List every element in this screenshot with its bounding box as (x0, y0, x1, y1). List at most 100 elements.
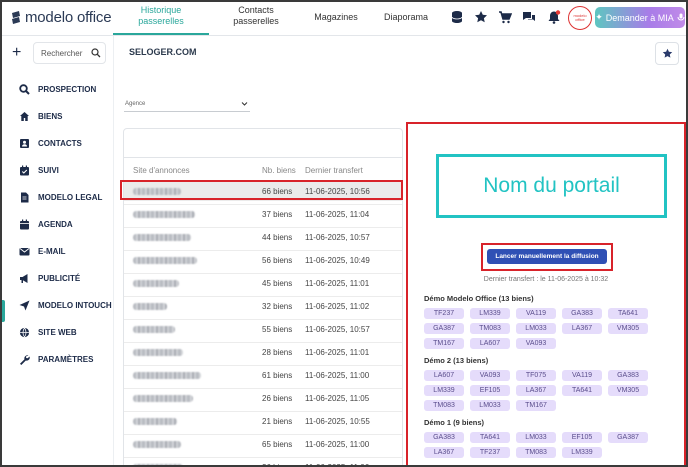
property-tag[interactable]: TM167 (516, 400, 556, 411)
property-tag[interactable]: TF075 (516, 370, 556, 381)
property-tag[interactable]: TA641 (470, 432, 510, 443)
last-transfer-cell: 11-06-2025, 11:04 (305, 210, 370, 219)
tab-contacts-passerelles[interactable]: Contacts passerelles (216, 5, 296, 27)
property-tag[interactable]: TM083 (424, 400, 464, 411)
sidebar-item-modelo-legal[interactable]: MODELO LEGAL (19, 189, 102, 205)
table-row[interactable]: 55 biens 11-06-2025, 10:57 (124, 319, 402, 339)
table-row[interactable]: 37 biens 11-06-2025, 11:04 (124, 204, 402, 224)
site-name-redacted (133, 280, 179, 287)
column-header-nb-biens[interactable]: Nb. biens (262, 166, 296, 175)
property-tag[interactable]: GA387 (424, 323, 464, 334)
site-name-redacted (133, 418, 177, 425)
agency-select[interactable]: Agence (124, 97, 250, 112)
favorite-button[interactable] (655, 42, 679, 65)
table-row[interactable]: 44 biens 11-06-2025, 10:57 (124, 227, 402, 247)
sidebar: + Rechercher PROSPECTION BIENS CONTACTS … (2, 36, 114, 465)
chat-icon[interactable] (522, 10, 536, 24)
app-window: modelo office Historique passerelles Con… (0, 0, 688, 467)
sidebar-item-label: BIENS (38, 111, 63, 121)
sidebar-item-prospection[interactable]: PROSPECTION (19, 81, 96, 97)
column-header-dernier-transfert[interactable]: Dernier transfert (305, 166, 363, 175)
table-row[interactable]: 65 biens 11-06-2025, 11:00 (124, 434, 402, 454)
property-tag[interactable]: VA119 (516, 308, 556, 319)
sidebar-item-agenda[interactable]: AGENDA (19, 216, 73, 232)
property-tag[interactable]: VA119 (562, 370, 602, 381)
property-tag[interactable]: GA387 (608, 432, 648, 443)
property-tag[interactable]: TM083 (516, 447, 556, 458)
table-row[interactable]: 56 biens 11-06-2025, 10:49 (124, 250, 402, 270)
sidebar-item-publicite[interactable]: PUBLICITÉ (19, 270, 80, 286)
tab-diaporama[interactable]: Diaporama (377, 12, 435, 23)
last-transfer-cell: 11-06-2025, 11:01 (305, 348, 370, 357)
active-tab-indicator (113, 33, 209, 35)
logo-mark-icon (12, 10, 20, 24)
avatar[interactable]: modelo office (568, 6, 592, 30)
property-tag[interactable]: LM339 (424, 385, 464, 396)
property-tag[interactable]: LM033 (516, 432, 556, 443)
active-section-marker (2, 300, 5, 322)
last-transfer-cell: 11-06-2025, 10:49 (305, 256, 370, 265)
property-tag[interactable]: LA607 (424, 370, 464, 381)
group-title: Démo Modelo Office (13 biens) (424, 294, 534, 303)
bell-icon[interactable] (547, 10, 561, 24)
sidebar-item-label: AGENDA (38, 219, 73, 229)
sidebar-item-parametres[interactable]: PARAMÈTRES (19, 351, 93, 367)
cart-icon[interactable] (498, 10, 512, 24)
logo[interactable]: modelo office (10, 9, 112, 26)
table-row[interactable]: 26 biens 11-06-2025, 11:05 (124, 388, 402, 408)
sidebar-item-site-web[interactable]: SITE WEB (19, 324, 77, 340)
database-icon[interactable] (450, 10, 464, 24)
property-tag[interactable]: TA641 (562, 385, 602, 396)
tab-historique-passerelles[interactable]: Historique passerelles (120, 5, 202, 27)
property-tag[interactable]: TM167 (424, 338, 464, 349)
property-tag[interactable]: VM305 (608, 385, 648, 396)
ask-mia-button[interactable]: ✦ Demander à MIA (595, 7, 685, 28)
table-row[interactable]: 61 biens 11-06-2025, 11:00 (124, 365, 402, 385)
property-tag[interactable]: LA367 (562, 323, 602, 334)
property-tag[interactable]: GA383 (608, 370, 648, 381)
portal-name: Nom du portail (436, 154, 667, 218)
agency-select-label: Agence (125, 101, 146, 107)
table-row[interactable]: 45 biens 11-06-2025, 11:01 (124, 273, 402, 293)
plus-icon[interactable]: + (12, 44, 21, 62)
sidebar-item-contacts[interactable]: CONTACTS (19, 135, 82, 151)
property-tag[interactable]: TF237 (470, 447, 510, 458)
property-tag[interactable]: LA367 (424, 447, 464, 458)
sidebar-item-label: CONTACTS (38, 138, 82, 148)
sidebar-item-modelo-intouch[interactable]: MODELO INTOUCH (19, 297, 112, 313)
sidebar-item-suivi[interactable]: SUIVI (19, 162, 59, 178)
property-tag[interactable]: GA383 (424, 432, 464, 443)
property-tag[interactable]: LM339 (562, 447, 602, 458)
table-row[interactable]: 28 biens 11-06-2025, 11:01 (124, 342, 402, 362)
property-tag[interactable]: LM033 (516, 323, 556, 334)
star-icon[interactable] (474, 10, 488, 24)
property-tag[interactable]: TA641 (608, 308, 648, 319)
tab-magazines[interactable]: Magazines (307, 12, 365, 23)
property-tag[interactable]: VA093 (516, 338, 556, 349)
table-row[interactable]: 26 biens 11-06-2025, 11:06 (124, 457, 402, 465)
last-transfer-cell: 11-06-2025, 10:57 (305, 233, 370, 242)
home-icon (20, 111, 29, 121)
property-tag[interactable]: TM083 (470, 323, 510, 334)
property-tag[interactable]: TF237 (424, 308, 464, 319)
nb-biens-cell: 44 biens (262, 233, 293, 242)
highlight-box-launch: Lancer manuellement la diffusion (481, 243, 613, 271)
property-tag[interactable]: LM339 (470, 308, 510, 319)
property-tag[interactable]: VM305 (608, 323, 648, 334)
search-input[interactable]: Rechercher (33, 42, 106, 64)
property-tag[interactable]: EF105 (562, 432, 602, 443)
property-tag[interactable]: EF105 (470, 385, 510, 396)
property-tag[interactable]: VA093 (470, 370, 510, 381)
site-name-redacted (133, 234, 191, 241)
sidebar-item-email[interactable]: E-MAIL (19, 243, 66, 259)
launch-diffusion-button[interactable]: Lancer manuellement la diffusion (487, 249, 607, 264)
table-row[interactable]: 21 biens 11-06-2025, 10:55 (124, 411, 402, 431)
column-header-site[interactable]: Site d'annonces (133, 166, 190, 175)
table-row[interactable]: 32 biens 11-06-2025, 11:02 (124, 296, 402, 316)
property-tag[interactable]: LA367 (516, 385, 556, 396)
property-tag[interactable]: LA607 (470, 338, 510, 349)
sidebar-item-biens[interactable]: BIENS (19, 108, 62, 124)
property-tag[interactable]: GA383 (562, 308, 602, 319)
property-tag[interactable]: LM033 (470, 400, 510, 411)
sparkle-icon: ✦ (595, 12, 603, 22)
